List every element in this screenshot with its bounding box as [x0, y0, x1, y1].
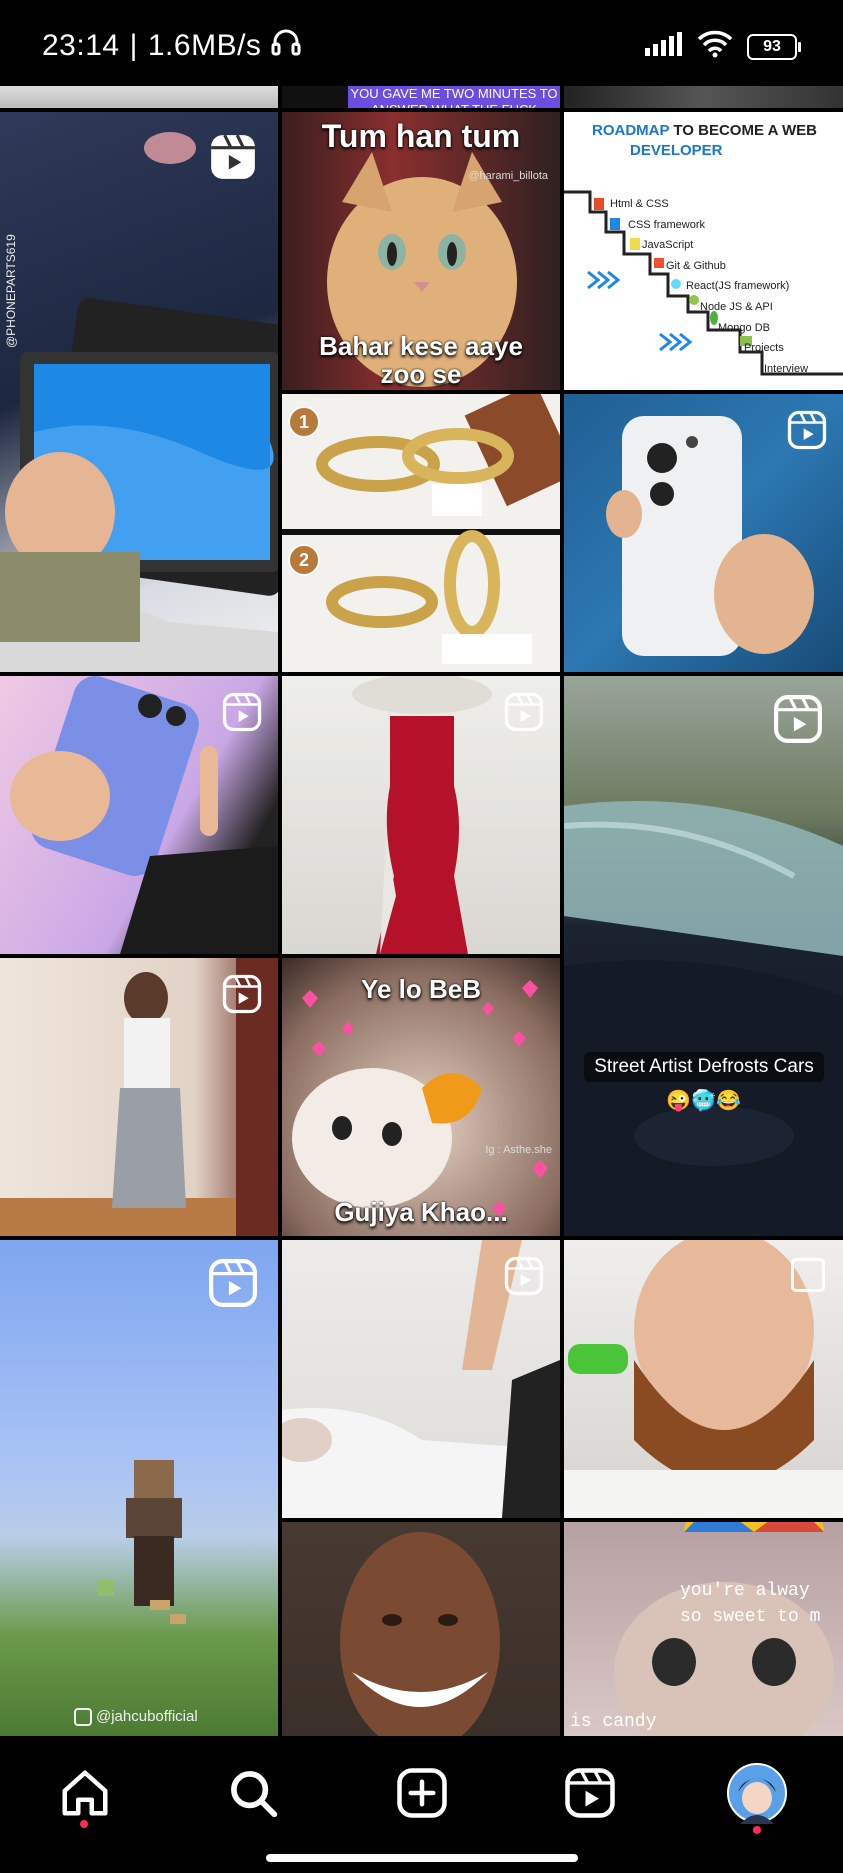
- bottom-nav: [0, 1736, 843, 1873]
- post-tile-beard[interactable]: [564, 1240, 843, 1518]
- minecraft-scene: [98, 1460, 186, 1624]
- reels-icon: [565, 1768, 615, 1818]
- home-icon: [62, 1770, 108, 1816]
- post-tile-massage[interactable]: [282, 1240, 560, 1518]
- reels-icon: [222, 974, 262, 1014]
- notification-dot: [753, 1826, 761, 1834]
- post-tile-cat-gujiya[interactable]: Ye lo BeB Ig : Asthe.she Gujiya Khao...: [282, 958, 560, 1236]
- meme-credit: @harami_billota: [468, 170, 548, 182]
- explore-grid: YOU GAVE ME TWO MINUTES TO ANSWER WHAT T…: [0, 86, 843, 1736]
- handle-watermark: @jahcubofficial: [74, 1708, 198, 1726]
- reels-icon: [222, 692, 262, 732]
- car-photo: [564, 801, 843, 1236]
- post-tile[interactable]: [564, 86, 843, 108]
- roadmap-step: Git & Github: [666, 259, 726, 272]
- roadmap-steps: Html & CSS CSS framework JavaScript Git …: [610, 194, 808, 379]
- roadmap-step: CSS framework: [628, 218, 706, 231]
- banner-caption: YOU GAVE ME TWO MINUTES TO ANSWER WHAT T…: [348, 86, 560, 108]
- create-icon: [397, 1768, 447, 1818]
- reels-icon: [787, 410, 827, 450]
- post-tile-white-phone[interactable]: [564, 394, 843, 672]
- post-tile-purple-phone[interactable]: [0, 676, 278, 954]
- carousel-icon: [791, 1258, 825, 1292]
- roadmap-step: Node JS & API: [700, 300, 773, 313]
- rings-photo: [282, 394, 560, 664]
- post-tile-red-dress[interactable]: [282, 676, 560, 954]
- video-caption: Street Artist Defrosts Cars: [584, 1052, 824, 1082]
- post-tile-tablet[interactable]: @PHONEPARTS619: [0, 112, 278, 672]
- post-tile[interactable]: YOU GAVE ME TWO MINUTES TO ANSWER WHAT T…: [282, 86, 560, 108]
- post-tile-cat-meme[interactable]: Tum han tum @harami_billota Bahar kese a…: [282, 112, 560, 390]
- post-tile-minecraft[interactable]: @jahcubofficial: [0, 1240, 278, 1736]
- reels-icon: [774, 695, 822, 743]
- profile-avatar: [727, 1763, 787, 1824]
- nav-reels[interactable]: [555, 1758, 625, 1828]
- meme-top-text: Tum han tum: [321, 118, 521, 154]
- roadmap-step: Mongo DB: [718, 321, 770, 334]
- nav-search[interactable]: [218, 1758, 288, 1828]
- number-badge: 2: [288, 544, 320, 576]
- reels-icon: [209, 1259, 257, 1307]
- reels-icon: [211, 134, 255, 179]
- reels-icon: [504, 1256, 544, 1296]
- nav-create[interactable]: [387, 1758, 457, 1828]
- handle-text: @jahcubofficial: [96, 1707, 198, 1725]
- status-left: 23:14 | 1.6MB/s: [42, 28, 301, 64]
- number-badge: 1: [288, 406, 320, 438]
- nav-profile[interactable]: [722, 1758, 792, 1828]
- man-photo: [340, 1532, 500, 1736]
- roadmap-step: Projects: [744, 342, 784, 355]
- roadmap-step: Interview: [764, 362, 809, 375]
- roadmap-step: Html & CSS: [610, 198, 669, 210]
- cat-caption-line: is candy: [570, 1712, 657, 1732]
- post-tile-cat-sweet[interactable]: you're alway so sweet to m is candy: [564, 1522, 843, 1736]
- notification-dot: [80, 1820, 88, 1828]
- tablet-photo: [0, 132, 278, 672]
- meme-credit: Ig : Asthe.she: [485, 1144, 552, 1156]
- meme-bottom-text: Bahar kese aaye zoo se: [319, 331, 523, 389]
- roadmap-step: JavaScript: [642, 239, 694, 252]
- headphones-icon: [271, 28, 301, 64]
- meme-bottom-text: Gujiya Khao...: [334, 1197, 508, 1227]
- wifi-icon: [697, 30, 733, 63]
- clock: 23:14: [42, 29, 120, 62]
- post-tile-rings[interactable]: 1 2: [282, 394, 560, 672]
- cat-caption: you're alway so sweet to m: [680, 1578, 820, 1630]
- caption-emojis: 😜🥶😂: [666, 1090, 741, 1112]
- network-speed: 1.6MB/s: [147, 29, 262, 62]
- watermark-text: @PHONEPARTS619: [4, 234, 18, 348]
- cat-caption-line: so sweet to m: [680, 1607, 821, 1627]
- nav-home[interactable]: [50, 1758, 120, 1828]
- meme-top-text: Ye lo BeB: [361, 974, 481, 1004]
- post-tile-woman[interactable]: [0, 958, 278, 1236]
- battery-indicator: 93: [747, 33, 801, 60]
- status-right: 93: [645, 30, 801, 63]
- post-tile[interactable]: [0, 86, 278, 108]
- post-tile-roadmap[interactable]: ROADMAP TO BECOME A WEB DEVELOPER Html &…: [564, 112, 843, 390]
- cat-caption-line: you're alway: [680, 1581, 810, 1601]
- signal-icon: [645, 32, 683, 61]
- home-indicator: [266, 1854, 578, 1862]
- instagram-icon: [74, 1708, 92, 1726]
- status-bar: 23:14 | 1.6MB/s 93: [0, 0, 843, 86]
- search-icon: [231, 1771, 278, 1818]
- separator: |: [129, 29, 138, 62]
- post-tile-smiling-man[interactable]: [282, 1522, 560, 1736]
- post-tile-frost-car[interactable]: Street Artist Defrosts Cars 😜🥶😂: [564, 676, 843, 1236]
- roadmap-step: React(JS framework): [686, 280, 790, 293]
- reels-icon: [504, 692, 544, 732]
